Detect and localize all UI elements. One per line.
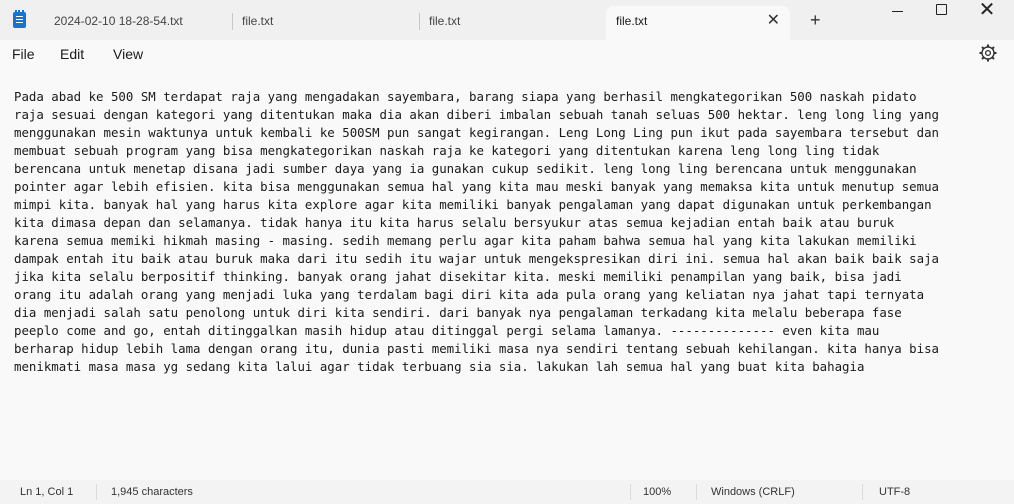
tab-label: file.txt — [616, 14, 648, 28]
tab-label: file.txt — [429, 14, 461, 28]
menu-edit[interactable]: Edit — [60, 46, 84, 62]
text-line: dia menjadi salah satu penolong untuk di… — [14, 305, 902, 320]
character-count: 1,945 characters — [111, 486, 193, 498]
status-divider — [630, 484, 631, 500]
status-divider — [696, 484, 697, 500]
title-bar: 2024-02-10 18-28-54.txt file.txt file.tx… — [0, 0, 1014, 40]
status-divider — [862, 484, 863, 500]
text-line: membuat sebuah program yang bisa mengkat… — [14, 143, 880, 158]
document-text[interactable]: Pada abad ke 500 SM terdapat raja yang m… — [14, 88, 1008, 376]
status-divider — [96, 484, 97, 500]
text-editor[interactable]: Pada abad ke 500 SM terdapat raja yang m… — [0, 74, 1014, 476]
text-line: menggunakan mesin waktunya untuk kembali… — [14, 125, 940, 140]
notepad-icon — [13, 10, 26, 28]
tab-label: 2024-02-10 18-28-54.txt — [54, 14, 183, 28]
text-line: orang itu adalah orang yang menjadi luka… — [14, 287, 925, 302]
text-line: karena semua memiki hikmah masing - masi… — [14, 233, 917, 248]
status-bar: Ln 1, Col 1 1,945 characters 100% Window… — [0, 480, 1014, 504]
text-line: raja sesuai dengan kategori yang ditentu… — [14, 107, 940, 122]
menu-file[interactable]: File — [12, 46, 35, 62]
cursor-position: Ln 1, Col 1 — [20, 486, 74, 498]
close-window-button[interactable]: ✕ — [964, 0, 1010, 22]
zoom-level[interactable]: 100% — [643, 486, 671, 498]
text-line: berencana untuk menetap disana jadi sumb… — [14, 161, 917, 176]
minimize-button[interactable] — [892, 11, 903, 12]
settings-gear-icon[interactable] — [978, 43, 998, 63]
tab-3[interactable]: file.txt — [429, 6, 599, 40]
maximize-button[interactable] — [936, 4, 947, 15]
text-line: dampak entah itu baik atau buruk maka da… — [14, 251, 940, 266]
text-line: pointer agar lebih efisien. kita bisa me… — [14, 179, 940, 194]
text-line: berharap hidup lebih lama dengan orang i… — [14, 341, 940, 356]
text-line: mimpi kita. banyak hal yang harus kita e… — [14, 197, 932, 212]
encoding[interactable]: UTF-8 — [879, 486, 910, 498]
tab-label: file.txt — [242, 14, 274, 28]
tab-divider — [232, 13, 233, 30]
tab-divider — [419, 13, 420, 30]
new-tab-button[interactable]: + — [810, 10, 821, 30]
tab-1[interactable]: 2024-02-10 18-28-54.txt — [54, 6, 224, 40]
text-line: peeplo come and go, entah ditinggalkan m… — [14, 323, 880, 338]
tab-2[interactable]: file.txt — [242, 6, 412, 40]
menu-view[interactable]: View — [113, 46, 143, 62]
text-line: Pada abad ke 500 SM terdapat raja yang m… — [14, 89, 917, 104]
menu-bar: File Edit View — [0, 40, 1014, 70]
line-ending[interactable]: Windows (CRLF) — [711, 486, 795, 498]
text-line: kita dimasa depan dan selamanya. tidak h… — [14, 215, 895, 230]
tab-4-active[interactable]: file.txt ✕ — [606, 6, 790, 40]
close-tab-icon[interactable]: ✕ — [767, 6, 780, 36]
text-line: jika kita selalu berpositif thinking. ba… — [14, 269, 902, 284]
text-line: menikmati masa masa yg sedang kita lalui… — [14, 359, 865, 374]
